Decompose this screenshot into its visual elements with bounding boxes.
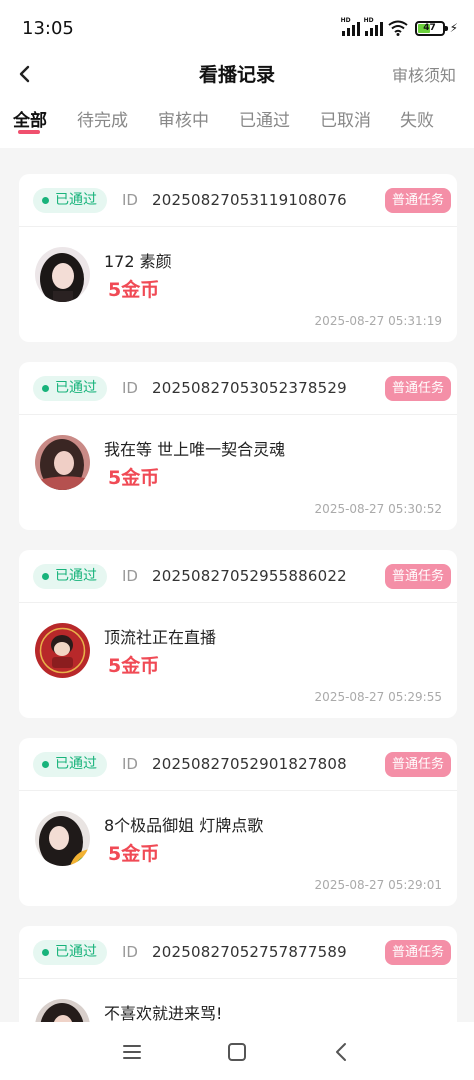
menu-icon[interactable]: [120, 1040, 144, 1064]
battery-level: 47: [423, 22, 436, 33]
tab-bar: 全部 待完成 审核中 已通过 已取消 失败: [0, 92, 474, 148]
avatar: [35, 247, 90, 302]
room-name: 172 素颜: [104, 252, 172, 271]
timestamp: 2025-08-27 05:29:01: [314, 878, 442, 892]
reward-amount: 5金币: [108, 655, 160, 677]
record-card[interactable]: 已通过 ID 20250827053052378529 普通任务 我在等 世上唯…: [19, 362, 457, 530]
avatar: [35, 999, 90, 1022]
record-id: 20250827052901827808: [152, 755, 347, 773]
task-type-badge: 普通任务: [384, 188, 451, 213]
record-card[interactable]: 已通过 ID 20250827052757877589 普通任务 不喜欢就进来骂…: [19, 926, 457, 1022]
battery-icon: 47: [414, 20, 448, 36]
room-name: 不喜欢就进来骂!: [104, 1004, 223, 1022]
system-nav-bar: [0, 1022, 474, 1080]
status-badge: 已通过: [33, 564, 107, 589]
tab-approved[interactable]: 已通过: [239, 106, 290, 131]
status-badge: 已通过: [33, 940, 107, 965]
task-type-badge: 普通任务: [384, 564, 451, 589]
card-header: 已通过 ID 20250827052955886022 普通任务: [19, 550, 457, 603]
tab-pending[interactable]: 待完成: [77, 106, 128, 131]
tab-all[interactable]: 全部: [13, 106, 47, 131]
room-name: 8个极品御姐 灯牌点歌: [104, 816, 264, 835]
card-header: 已通过 ID 20250827053052378529 普通任务: [19, 362, 457, 415]
status-bar: 13:05 HD HD 47 ⚡: [0, 0, 474, 56]
id-label: ID: [122, 755, 138, 773]
id-label: ID: [122, 943, 138, 961]
timestamp: 2025-08-27 05:31:19: [314, 314, 442, 328]
card-header: 已通过 ID 20250827053119108076 普通任务: [19, 174, 457, 227]
card-header: 已通过 ID 20250827052901827808 普通任务: [19, 738, 457, 791]
record-card[interactable]: 已通过 ID 20250827052955886022 普通任务 顶流社正在直播…: [19, 550, 457, 718]
task-type-badge: 普通任务: [384, 940, 451, 965]
reward-amount: 5金币: [108, 279, 160, 301]
wifi-icon: [387, 20, 408, 36]
room-name: 顶流社正在直播: [104, 628, 217, 647]
reward-amount: 5金币: [108, 843, 160, 865]
status-icons: HD HD 47 ⚡: [341, 17, 458, 36]
reward-amount: 5金币: [108, 467, 160, 489]
header: 看播记录 审核须知: [0, 56, 474, 92]
room-name: 我在等 世上唯一契合灵魂: [104, 440, 286, 459]
charging-icon: ⚡: [449, 21, 458, 35]
home-icon[interactable]: [225, 1040, 249, 1064]
tab-indicator: [18, 130, 40, 134]
task-type-badge: 普通任务: [384, 752, 451, 777]
signal-icon: HD: [364, 17, 383, 36]
tab-failed[interactable]: 失败: [400, 106, 434, 131]
avatar: [35, 435, 90, 490]
record-id: 20250827052757877589: [152, 943, 347, 961]
card-header: 已通过 ID 20250827052757877589 普通任务: [19, 926, 457, 979]
id-label: ID: [122, 191, 138, 209]
status-time: 13:05: [22, 18, 74, 39]
record-list[interactable]: 已通过 ID 20250827053119108076 普通任务 172 素颜 …: [0, 148, 474, 1022]
record-card[interactable]: 已通过 ID 20250827053119108076 普通任务 172 素颜 …: [19, 174, 457, 342]
timestamp: 2025-08-27 05:29:55: [314, 690, 442, 704]
avatar: [35, 623, 90, 678]
record-card[interactable]: 已通过 ID 20250827052901827808 普通任务 8个极品御姐 …: [19, 738, 457, 906]
id-label: ID: [122, 379, 138, 397]
avatar: [35, 811, 90, 866]
timestamp: 2025-08-27 05:30:52: [314, 502, 442, 516]
tab-cancelled[interactable]: 已取消: [320, 106, 371, 131]
record-id: 20250827052955886022: [152, 567, 347, 585]
back-nav-icon[interactable]: [330, 1040, 354, 1064]
signal-icon: HD: [341, 17, 360, 36]
record-id: 20250827053052378529: [152, 379, 347, 397]
task-type-badge: 普通任务: [384, 376, 451, 401]
status-badge: 已通过: [33, 376, 107, 401]
record-id: 20250827053119108076: [152, 191, 347, 209]
status-badge: 已通过: [33, 752, 107, 777]
id-label: ID: [122, 567, 138, 585]
status-badge: 已通过: [33, 188, 107, 213]
review-notice-link[interactable]: 审核须知: [392, 62, 456, 86]
tab-reviewing[interactable]: 审核中: [158, 106, 209, 131]
